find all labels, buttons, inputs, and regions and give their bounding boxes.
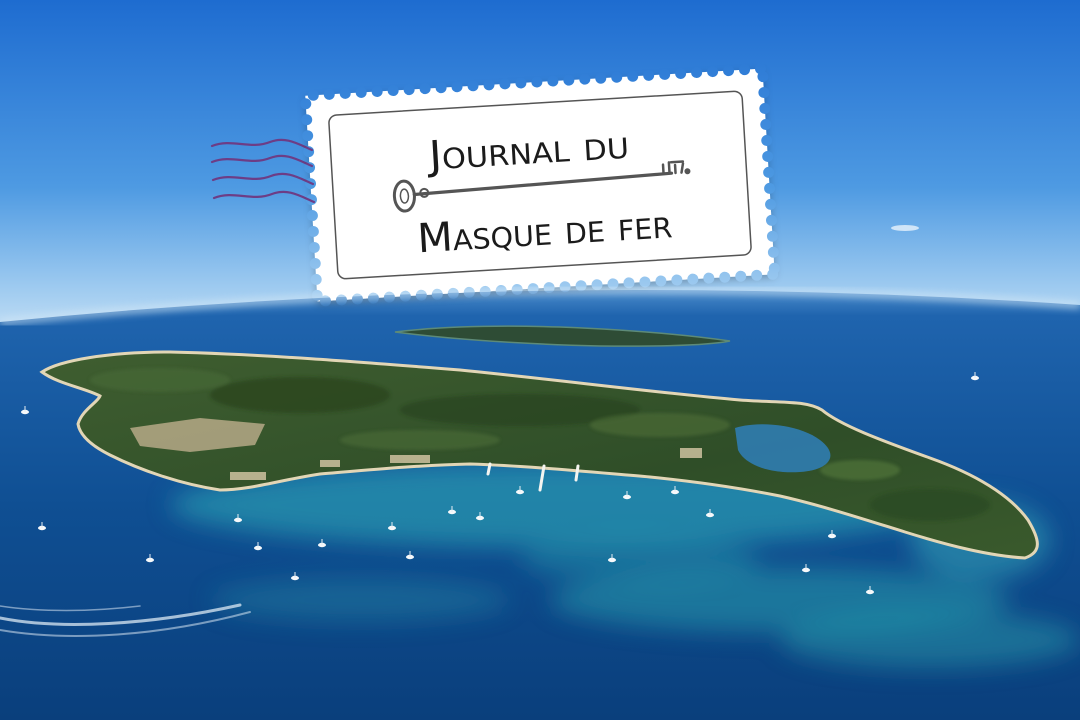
cloud-wisp <box>891 225 919 231</box>
island-aerial-photo: Journal du Masque de fer <box>0 0 1080 720</box>
stamp: Journal du Masque de fer <box>305 68 775 302</box>
